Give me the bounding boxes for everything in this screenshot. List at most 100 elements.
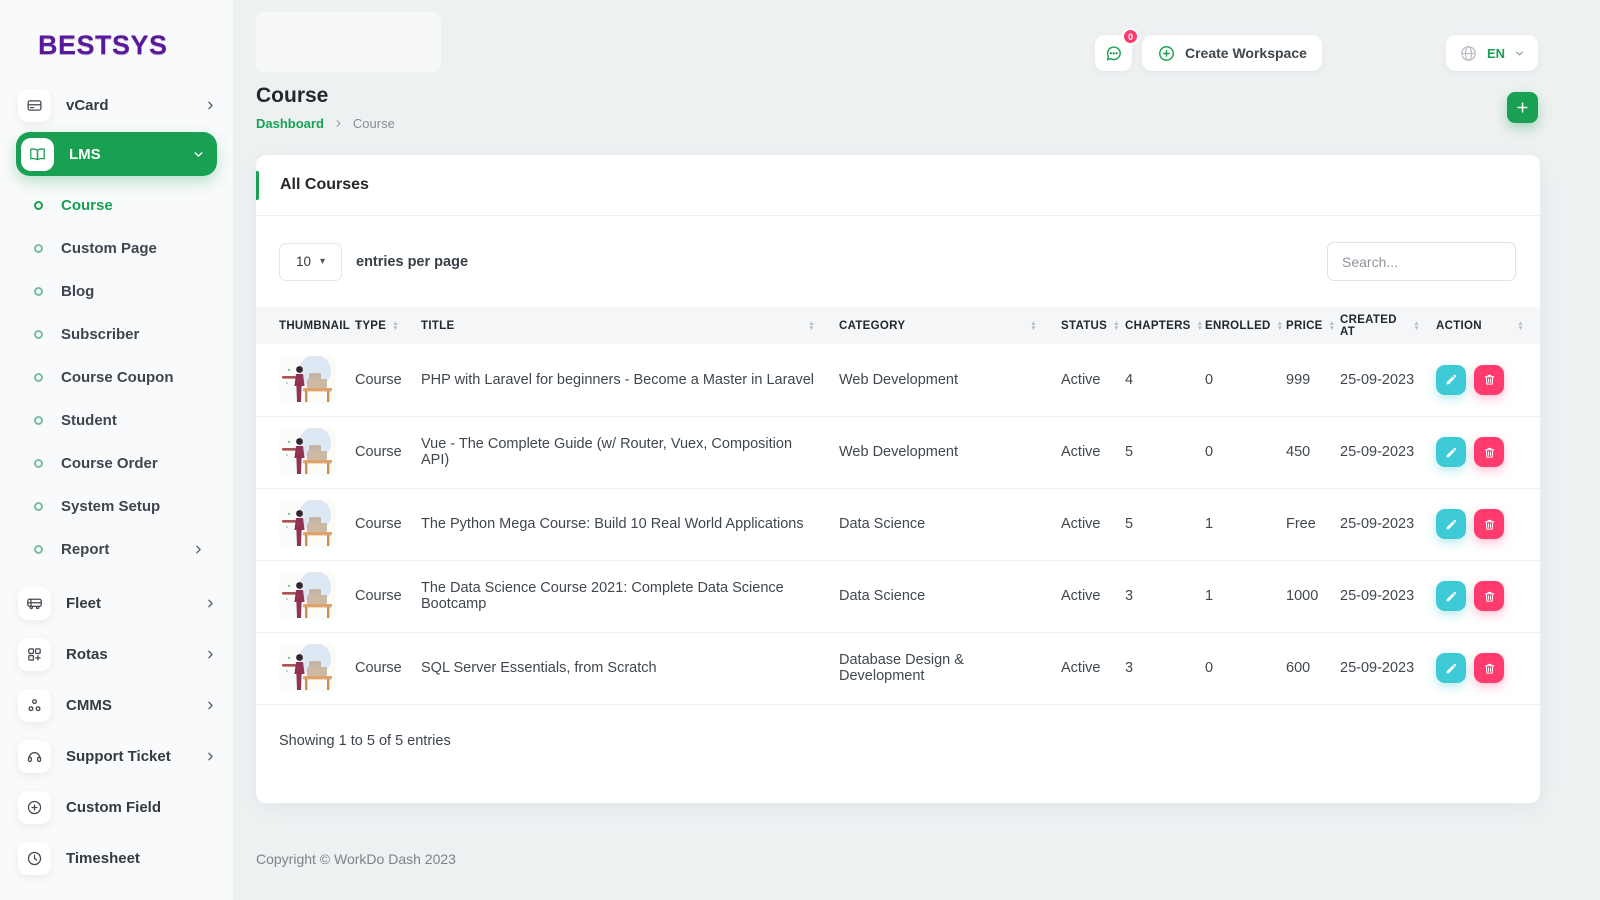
cell-enrolled: 0	[1197, 344, 1278, 417]
cell-created-at: 25-09-2023	[1332, 416, 1428, 489]
edit-button[interactable]	[1436, 364, 1466, 395]
messages-button[interactable]: 0	[1095, 28, 1139, 71]
pencil-icon	[1446, 663, 1456, 673]
sidebar-item-course-order[interactable]: Course Order	[0, 442, 233, 485]
cell-price: 999	[1278, 344, 1332, 417]
cell-category: Data Science	[831, 488, 1053, 561]
cell-created-at: 25-09-2023	[1332, 632, 1428, 705]
brand-logo: BESTSYS	[38, 30, 168, 60]
sort-icon: ▲ ▼	[1196, 319, 1204, 332]
sidebar-item-fleet[interactable]: Fleet	[18, 584, 217, 622]
col-header-created-at[interactable]: Created At ▲ ▼	[1332, 307, 1428, 345]
pencil-icon	[1446, 447, 1456, 457]
cell-chapters: 3	[1117, 560, 1197, 633]
cell-type: Course	[347, 416, 413, 489]
trash-icon	[1484, 375, 1494, 385]
sidebar-bottom-group: Fleet Rotas CMMS Support Ticket Custom F…	[0, 584, 233, 877]
sidebar-item-label: Blog	[61, 283, 95, 300]
sidebar: BESTSYS vCard LMS Course Custom Page Blo…	[0, 0, 233, 900]
delete-button[interactable]	[1474, 509, 1504, 540]
col-header-thumbnail[interactable]: Thumbnail ▲ ▼	[256, 307, 363, 345]
cell-price: Free	[1278, 488, 1332, 561]
book-icon	[21, 137, 54, 171]
add-course-button[interactable]	[1507, 92, 1538, 123]
cell-chapters: 4	[1117, 344, 1197, 417]
sidebar-item-timesheet[interactable]: Timesheet	[18, 839, 217, 877]
card-header: All Courses	[256, 155, 1540, 217]
delete-button[interactable]	[1474, 581, 1504, 612]
delete-button[interactable]	[1474, 364, 1504, 395]
cell-status: Active	[1053, 344, 1117, 417]
edit-button[interactable]	[1436, 653, 1466, 684]
breadcrumb-dashboard-link[interactable]: Dashboard	[256, 116, 324, 131]
lms-submenu: Course Custom Page Blog Subscriber Cours…	[0, 184, 233, 571]
col-header-title[interactable]: Title ▲ ▼	[413, 307, 831, 345]
sidebar-item-cmms[interactable]: CMMS	[18, 686, 217, 724]
grid-plus-icon	[18, 637, 51, 671]
sidebar-item-course-coupon[interactable]: Course Coupon	[0, 356, 233, 399]
plus-circle-icon	[1159, 45, 1174, 61]
sort-icon: ▲ ▼	[1328, 319, 1336, 332]
cell-title: The Data Science Course 2021: Complete D…	[413, 560, 831, 633]
pencil-icon	[1446, 591, 1456, 601]
chevron-right-icon	[204, 597, 217, 610]
col-header-type[interactable]: Type ▲ ▼	[347, 307, 413, 345]
delete-button[interactable]	[1474, 653, 1504, 684]
col-header-price[interactable]: Price ▲ ▼	[1278, 307, 1335, 345]
breadcrumb: Dashboard Course	[256, 116, 395, 131]
sidebar-item-student[interactable]: Student	[0, 399, 233, 442]
sidebar-item-custom-field[interactable]: Custom Field	[18, 788, 217, 826]
table-controls: 10 ▾ entries per page	[256, 216, 1540, 307]
language-code: EN	[1486, 45, 1505, 61]
col-header-action[interactable]: Action ▲ ▼	[1428, 307, 1540, 345]
cell-title: The Python Mega Course: Build 10 Real Wo…	[413, 488, 831, 561]
cell-category: Database Design & Development	[831, 632, 1053, 705]
sidebar-item-rotas[interactable]: Rotas	[18, 635, 217, 673]
main-content: 0 Create Workspace EN Course Dashboard C…	[233, 0, 1600, 900]
cell-status: Active	[1053, 560, 1117, 633]
edit-button[interactable]	[1436, 581, 1466, 612]
cell-enrolled: 1	[1197, 560, 1278, 633]
col-header-status[interactable]: Status ▲ ▼	[1053, 307, 1120, 345]
plus-circle-icon	[18, 790, 51, 824]
sidebar-item-label: Rotas	[66, 645, 108, 663]
sidebar-item-report[interactable]: Report	[0, 528, 233, 571]
vehicle-icon	[18, 586, 51, 620]
trash-icon	[1484, 663, 1494, 674]
sidebar-item-label: Support Ticket	[66, 747, 171, 765]
col-header-enrolled[interactable]: Enrolled ▲ ▼	[1197, 307, 1283, 345]
pencil-icon	[1446, 374, 1456, 385]
sidebar-item-vcard[interactable]: vCard	[18, 86, 217, 124]
col-header-chapters[interactable]: Chapters ▲ ▼	[1117, 307, 1203, 345]
courses-table: Thumbnail ▲ ▼ Type ▲ ▼ Title ▲ ▼ Category ▲ ▼ St…	[256, 307, 1540, 705]
globe-icon	[1461, 45, 1476, 61]
language-selector[interactable]: EN	[1445, 35, 1538, 71]
cell-status: Active	[1053, 632, 1117, 705]
cell-chapters: 5	[1117, 416, 1197, 489]
sidebar-item-label: vCard	[66, 96, 109, 114]
bullet-icon	[34, 373, 43, 382]
sidebar-item-system-setup[interactable]: System Setup	[0, 485, 233, 528]
sidebar-item-blog[interactable]: Blog	[0, 270, 233, 313]
cell-category: Web Development	[831, 416, 1053, 489]
search-input[interactable]	[1327, 242, 1516, 282]
sidebar-item-support-ticket[interactable]: Support Ticket	[18, 737, 217, 775]
chevron-right-icon	[204, 648, 217, 661]
create-workspace-button[interactable]: Create Workspace	[1142, 35, 1322, 71]
edit-button[interactable]	[1436, 437, 1466, 468]
edit-button[interactable]	[1436, 509, 1466, 540]
col-header-category[interactable]: Category ▲ ▼	[831, 307, 1053, 345]
sidebar-item-course[interactable]: Course	[0, 184, 233, 227]
delete-button[interactable]	[1474, 437, 1504, 468]
sidebar-item-subscriber[interactable]: Subscriber	[0, 313, 233, 356]
entries-per-page-select[interactable]: 10 ▾	[279, 242, 342, 281]
course-thumbnail	[279, 572, 336, 621]
pencil-icon	[1446, 519, 1456, 529]
create-workspace-label: Create Workspace	[1185, 45, 1307, 61]
sidebar-item-lms[interactable]: LMS	[16, 132, 217, 176]
breadcrumb-current: Course	[352, 116, 395, 132]
sidebar-item-label: CMMS	[66, 696, 112, 714]
entries-per-page-value: 10	[295, 254, 311, 270]
sidebar-item-custom-page[interactable]: Custom Page	[0, 227, 233, 270]
table-summary: Showing 1 to 5 of 5 entries	[279, 732, 451, 749]
